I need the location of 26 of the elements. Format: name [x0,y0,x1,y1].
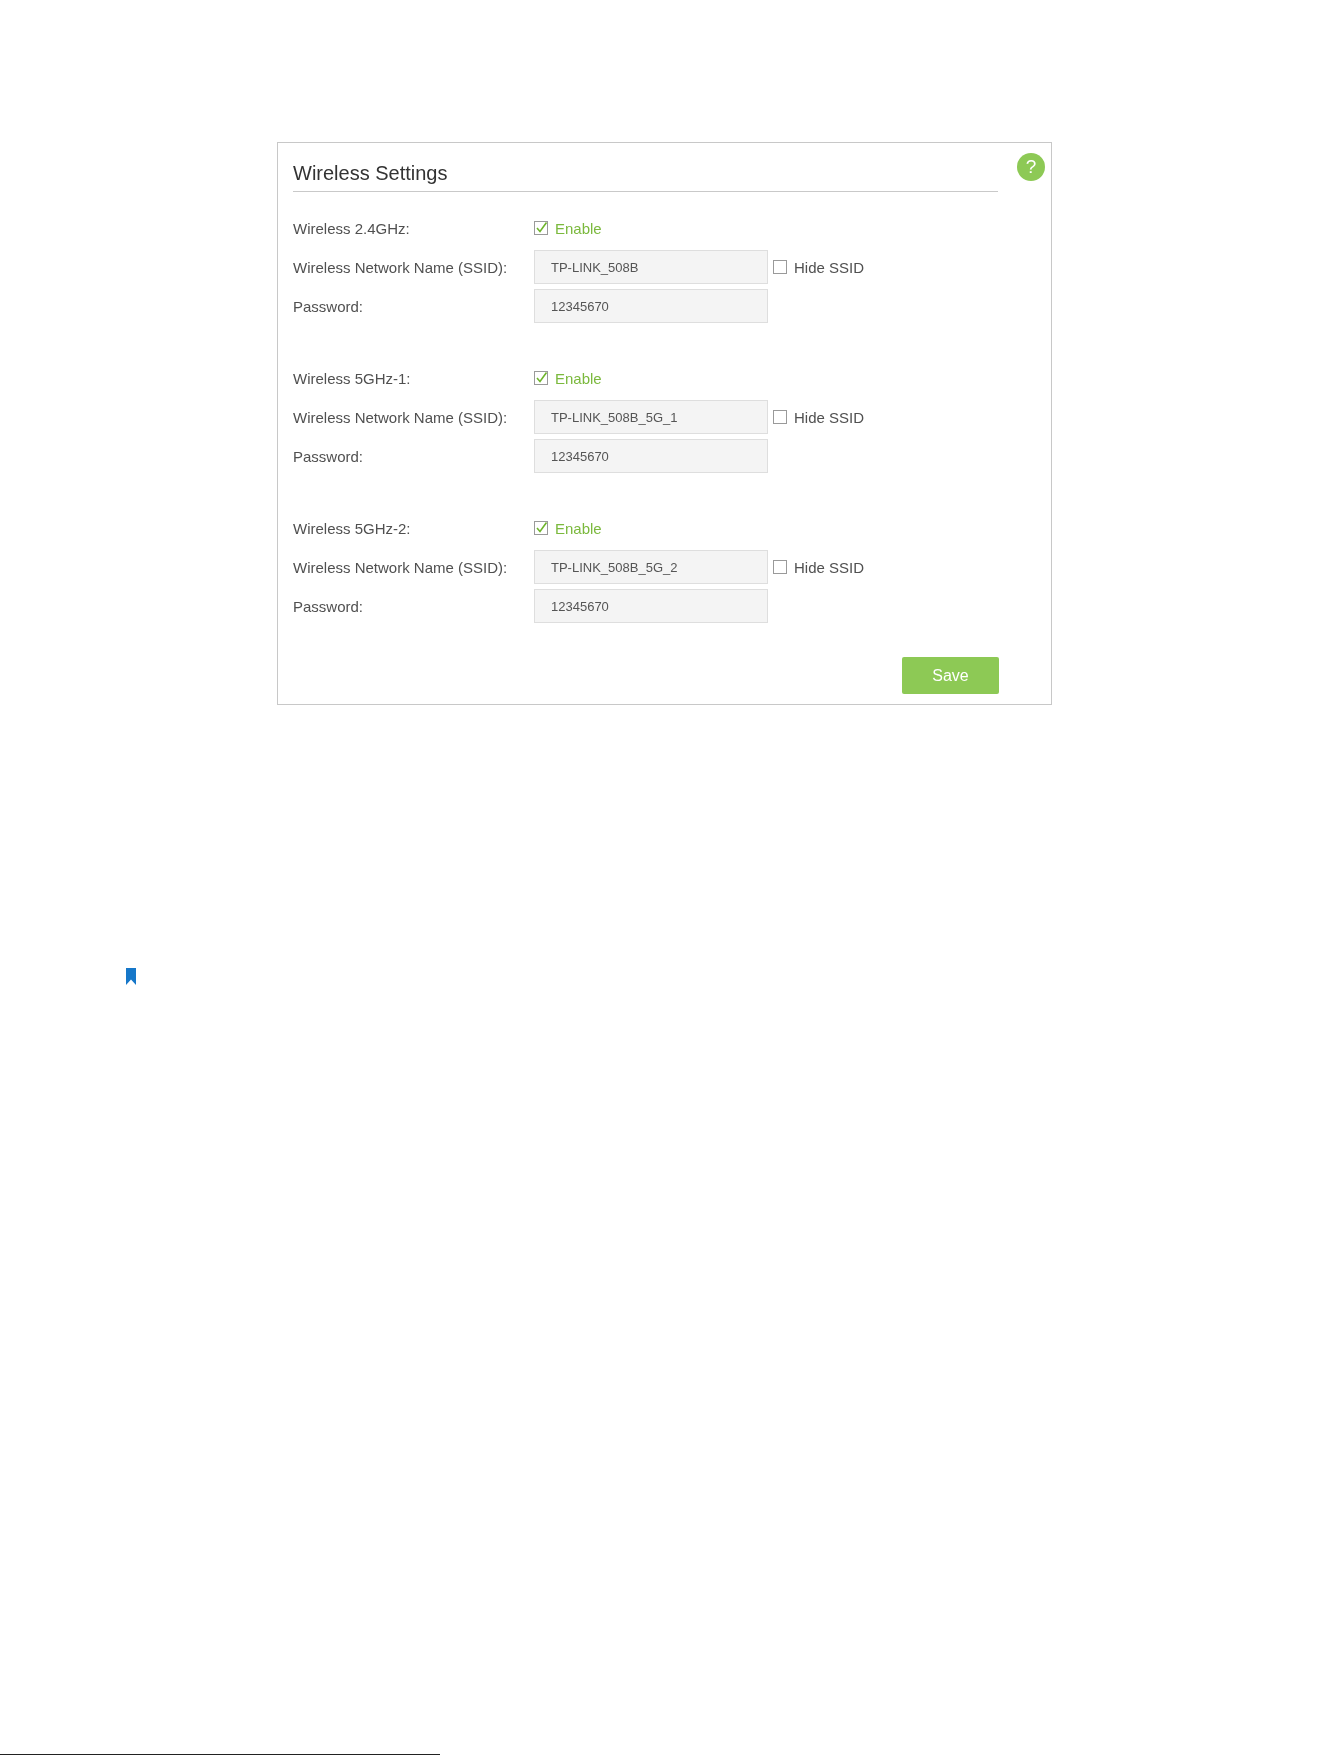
checkbox[interactable] [534,371,548,385]
band-label: Wireless 5GHz-1: [293,369,411,387]
checkbox[interactable] [534,221,548,235]
password-label: Password: [293,297,364,315]
checkbox-label[interactable]: Hide SSID [794,258,865,276]
ssid-field[interactable]: TP-LINK_508B_5G_2 [534,550,768,584]
ssid-label: Wireless Network Name (SSID): [293,558,508,576]
ssid-field[interactable]: TP-LINK_508B_5G_1 [534,400,768,434]
checkbox-label[interactable]: Hide SSID [794,558,865,576]
band-label: Wireless 5GHz-2: [293,519,411,537]
password-label: Password: [293,447,364,465]
band-label: Wireless 2.4GHz: [293,219,410,237]
ssid-field[interactable]: TP-LINK_508B [534,250,768,284]
bookmark-icon [126,968,136,985]
checkbox-label[interactable]: Hide SSID [794,408,865,426]
password-field[interactable]: 12345670 [534,439,768,473]
ssid-label: Wireless Network Name (SSID): [293,258,508,276]
ssid-label: Wireless Network Name (SSID): [293,408,508,426]
panel-title: Wireless Settings [293,161,448,186]
checkbox[interactable] [534,521,548,535]
checkbox[interactable] [773,560,787,574]
checkbox[interactable] [773,260,787,274]
password-field[interactable]: 12345670 [534,289,768,323]
checkbox[interactable] [773,410,787,424]
password-field[interactable]: 12345670 [534,589,768,623]
password-label: Password: [293,597,364,615]
